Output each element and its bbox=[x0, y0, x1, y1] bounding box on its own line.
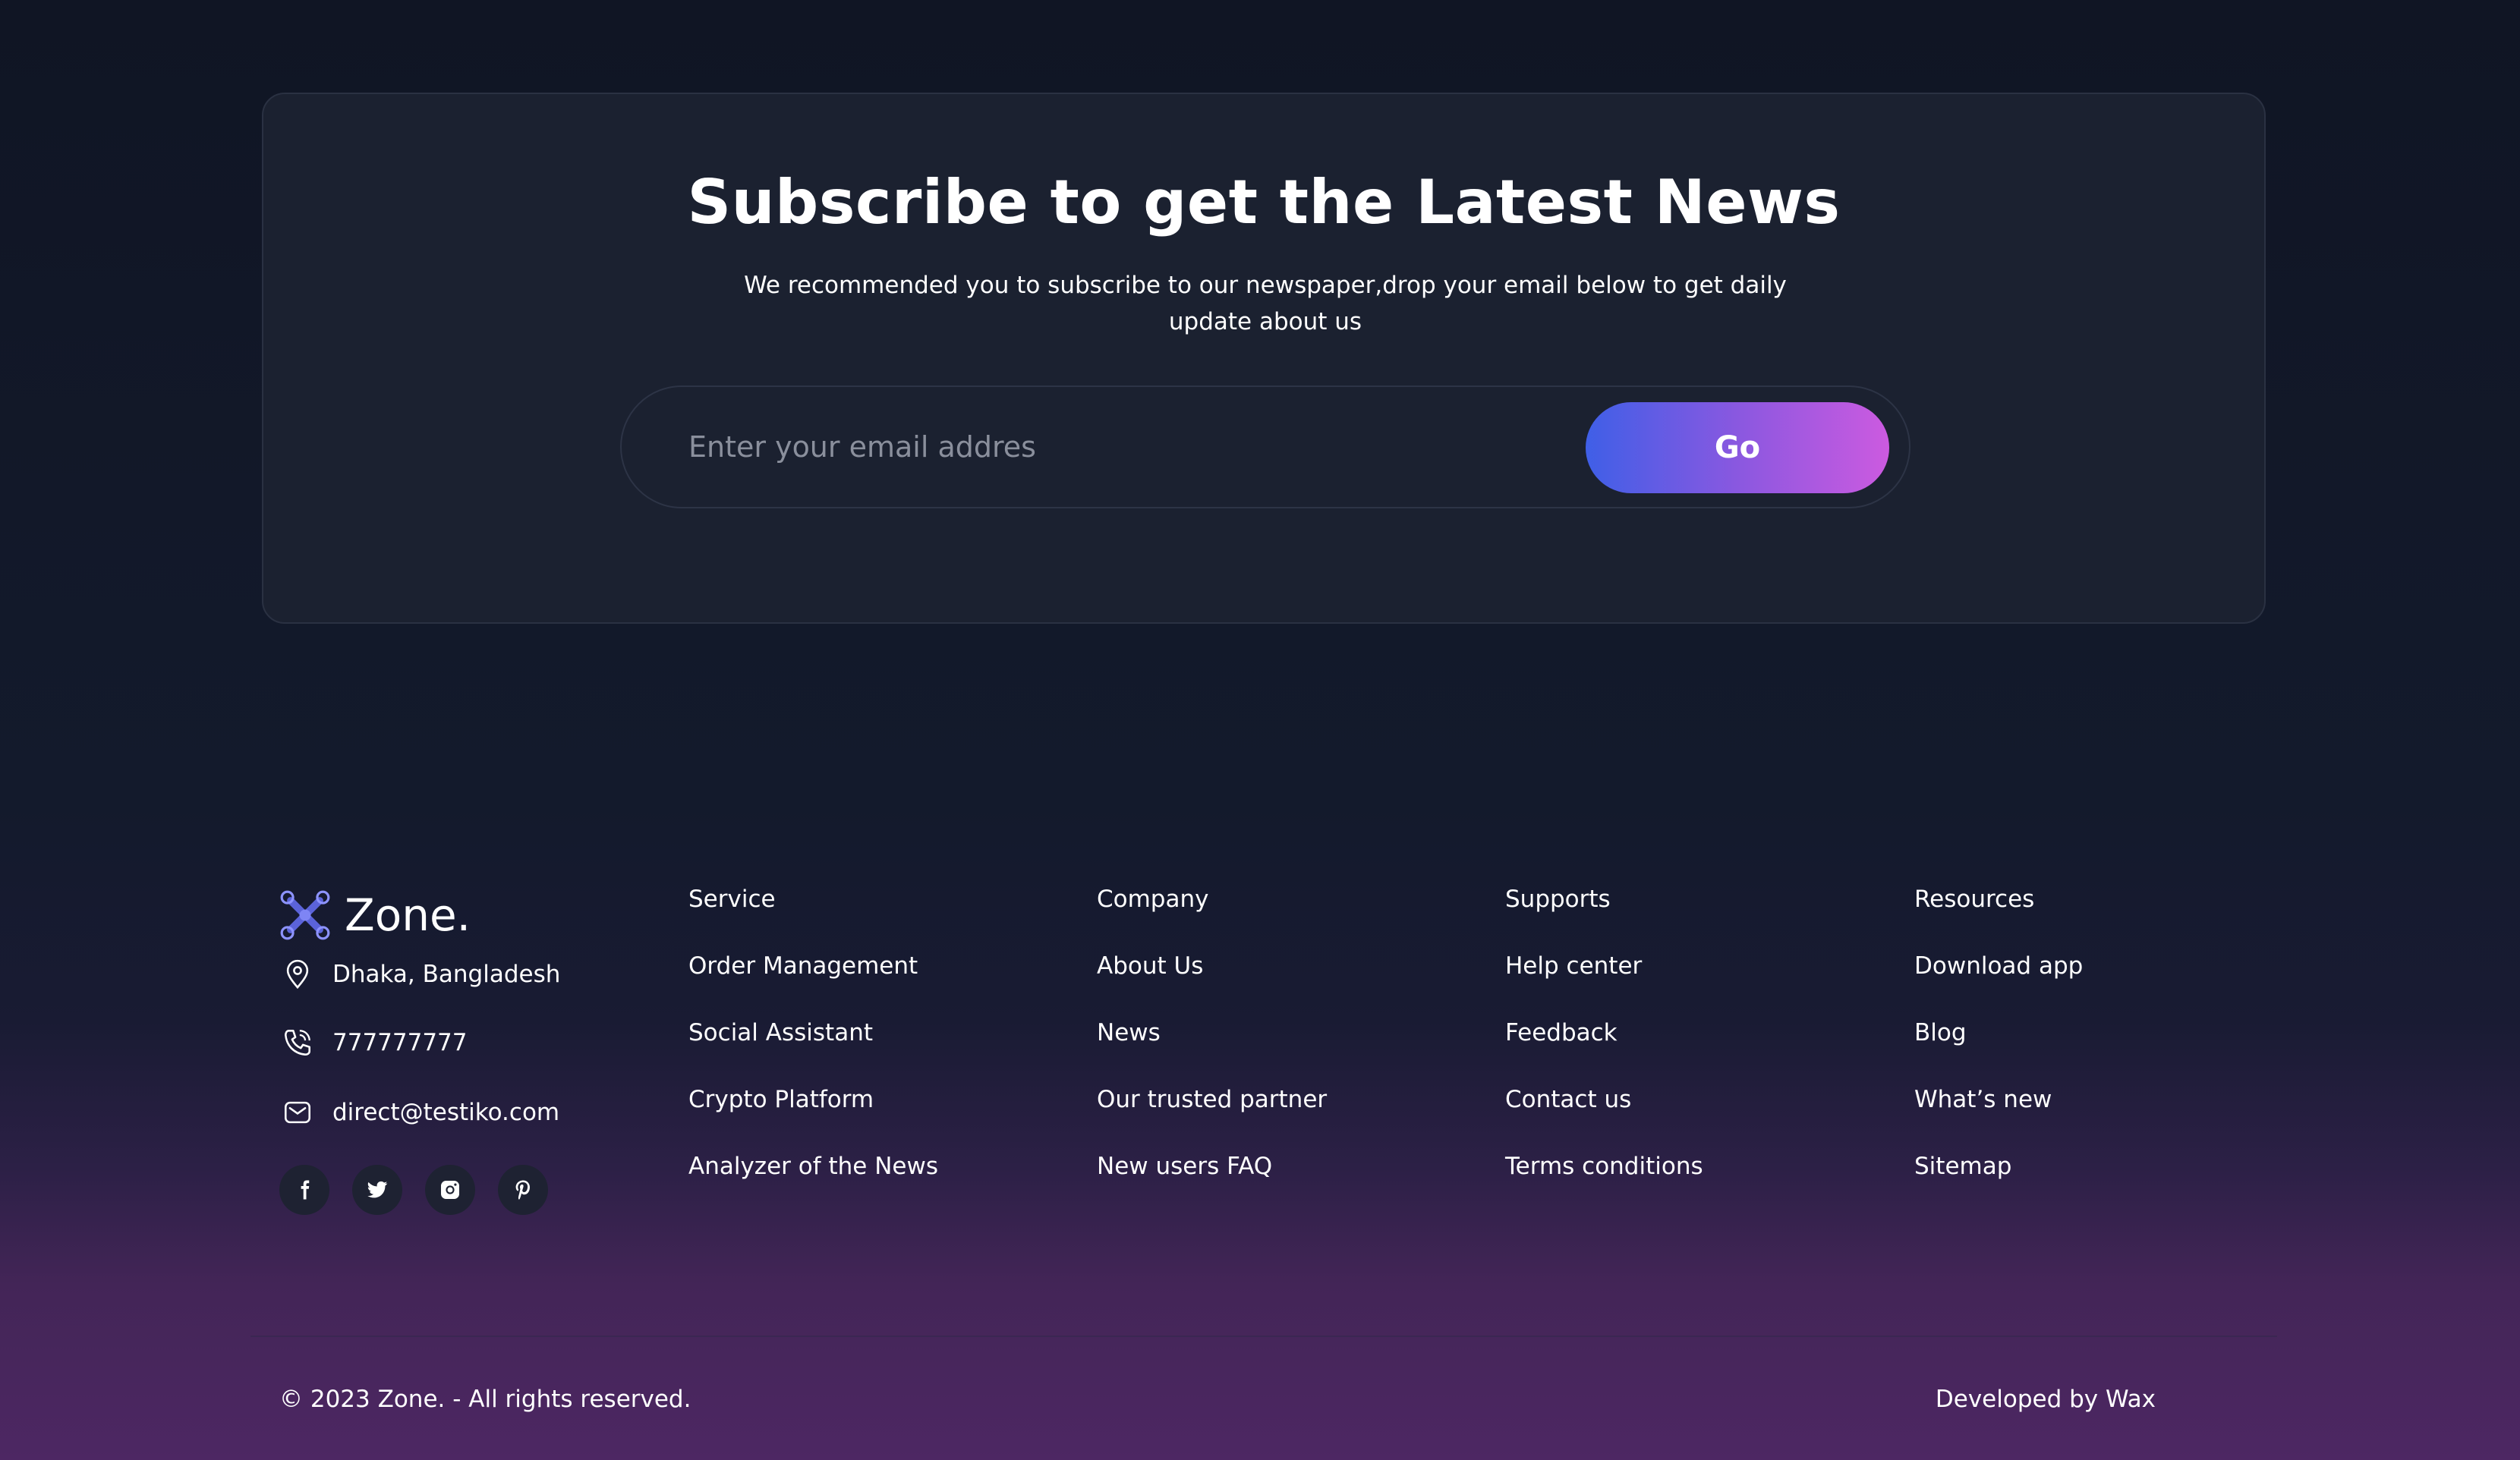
footer-link[interactable]: Help center bbox=[1505, 947, 1703, 985]
address-text: Dhaka, Bangladesh bbox=[332, 961, 561, 988]
footer-link[interactable]: Terms conditions bbox=[1505, 1147, 1703, 1185]
twitter-icon[interactable] bbox=[352, 1165, 402, 1215]
location-pin-icon bbox=[281, 958, 314, 991]
footer-link[interactable]: New users FAQ bbox=[1097, 1147, 1327, 1185]
subscribe-card: Subscribe to get the Latest News We reco… bbox=[262, 93, 2266, 624]
email-input[interactable] bbox=[623, 389, 1534, 505]
pinterest-icon[interactable] bbox=[498, 1165, 548, 1215]
footer-column-resources: Resources Download app Blog What’s new S… bbox=[1914, 880, 2083, 1185]
column-heading-resources: Resources bbox=[1914, 886, 2035, 913]
facebook-icon[interactable] bbox=[279, 1165, 329, 1215]
footer-link[interactable]: Sitemap bbox=[1914, 1147, 2083, 1185]
go-button[interactable]: Go bbox=[1586, 402, 1889, 493]
footer-link[interactable]: Contact us bbox=[1505, 1081, 1703, 1119]
developed-by-text: Developed by Wax bbox=[1935, 1386, 2156, 1413]
social-links bbox=[279, 1165, 548, 1215]
footer-link[interactable]: About Us bbox=[1097, 947, 1327, 985]
footer-link[interactable]: Our trusted partner bbox=[1097, 1081, 1327, 1119]
phone-text: 777777777 bbox=[332, 1029, 468, 1056]
subscribe-form: Go bbox=[620, 385, 1910, 508]
footer-link[interactable]: Order Management bbox=[688, 947, 938, 985]
column-heading-supports: Supports bbox=[1505, 886, 1611, 913]
contact-email[interactable]: direct@testiko.com bbox=[281, 1096, 559, 1129]
contact-phone[interactable]: 777777777 bbox=[281, 1026, 468, 1059]
footer-column-service: Service Order Management Social Assistan… bbox=[688, 880, 938, 1185]
subscribe-description: We recommended you to subscribe to our n… bbox=[744, 272, 1787, 335]
footer-column-company: Company About Us News Our trusted partne… bbox=[1097, 880, 1327, 1185]
mail-icon bbox=[281, 1096, 314, 1129]
footer-link[interactable]: Feedback bbox=[1505, 1014, 1703, 1052]
footer-link[interactable]: News bbox=[1097, 1014, 1327, 1052]
footer-link[interactable]: What’s new bbox=[1914, 1081, 2083, 1119]
contact-address: Dhaka, Bangladesh bbox=[281, 958, 560, 991]
footer-column-supports: Supports Help center Feedback Contact us… bbox=[1505, 880, 1703, 1185]
brand-name: Zone. bbox=[345, 889, 471, 941]
footer-link[interactable]: Blog bbox=[1914, 1014, 2083, 1052]
footer-link[interactable]: Crypto Platform bbox=[688, 1081, 938, 1119]
subscribe-title: Subscribe to get the Latest News bbox=[687, 167, 1841, 238]
phone-icon bbox=[281, 1026, 314, 1059]
footer-divider bbox=[250, 1336, 2277, 1337]
column-heading-company: Company bbox=[1097, 886, 1209, 913]
footer-link[interactable]: Analyzer of the News bbox=[688, 1147, 938, 1185]
footer-brand[interactable]: Zone. bbox=[279, 889, 471, 941]
instagram-icon[interactable] bbox=[425, 1165, 475, 1215]
column-heading-service: Service bbox=[688, 886, 776, 913]
email-text: direct@testiko.com bbox=[332, 1099, 560, 1126]
drone-x-icon bbox=[280, 890, 330, 940]
footer-link[interactable]: Social Assistant bbox=[688, 1014, 938, 1052]
copyright-text: © 2023 Zone. - All rights reserved. bbox=[279, 1386, 691, 1413]
footer-link[interactable]: Download app bbox=[1914, 947, 2083, 985]
